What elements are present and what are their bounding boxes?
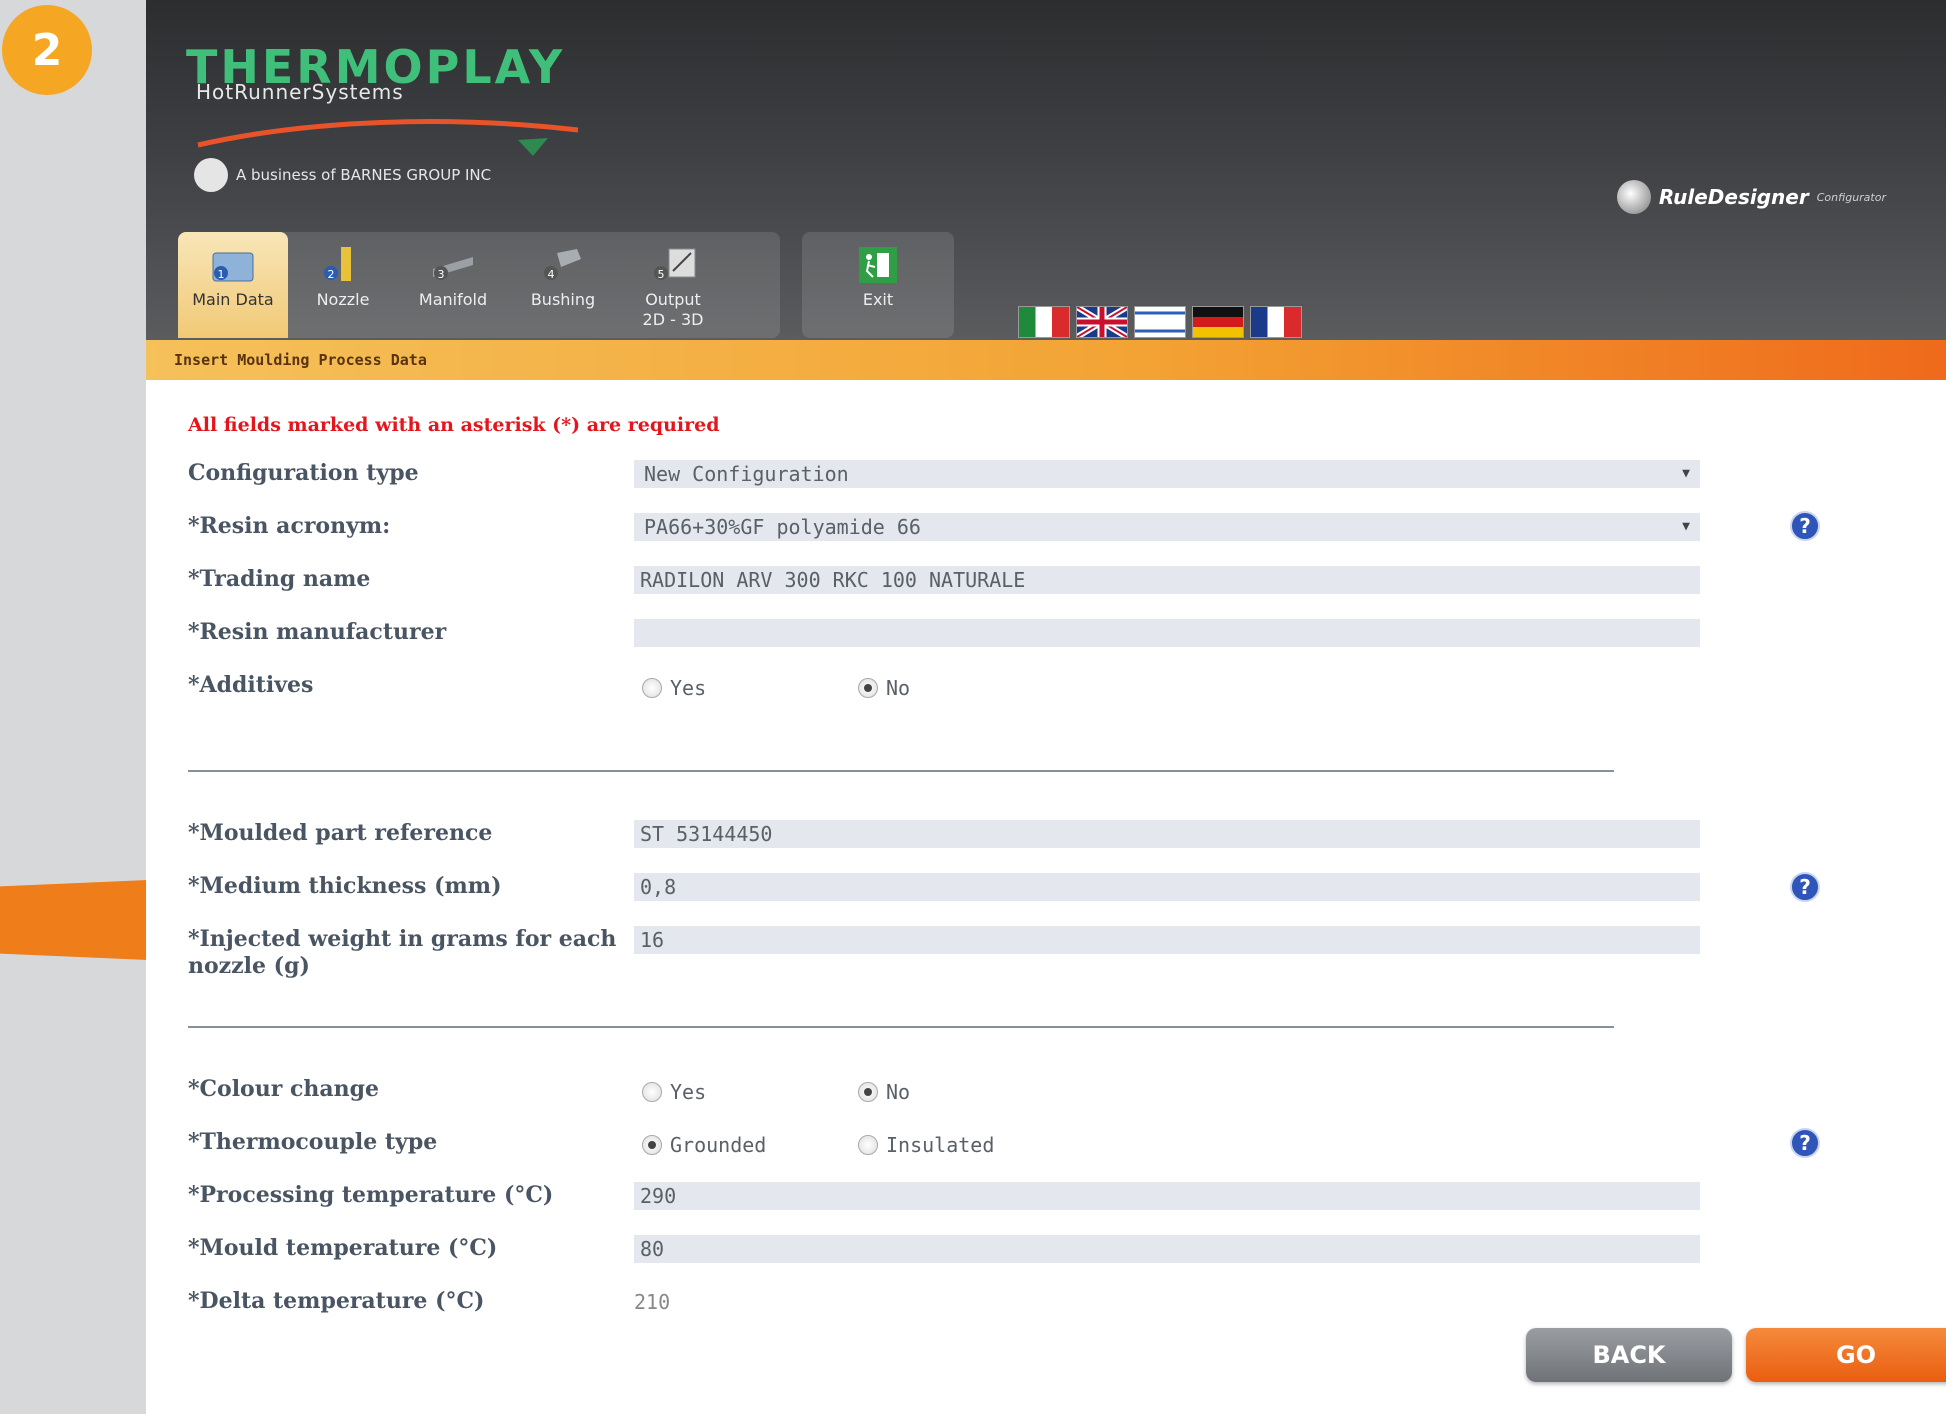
moulded-part-reference-label: *Moulded part reference	[188, 820, 493, 846]
medium-thickness-label: *Medium thickness (mm)	[188, 873, 502, 899]
radio-selected-icon	[858, 678, 878, 698]
ruledesigner-icon	[1616, 180, 1651, 214]
svg-text:2: 2	[328, 268, 335, 281]
radio-label: No	[886, 1080, 911, 1104]
required-note: All fields marked with an asterisk (*) a…	[188, 414, 720, 436]
language-flags	[1018, 304, 1302, 340]
pointer-tab	[0, 880, 148, 960]
thermocouple-insulated-radio[interactable]: Insulated	[858, 1133, 994, 1157]
resin-acronym-select[interactable]: PA66+30%GF polyamide 66 ▼	[634, 513, 1700, 541]
tab-label: Output 2D - 3D	[642, 290, 704, 329]
svg-text:4: 4	[548, 268, 555, 281]
chevron-down-icon: ▼	[1682, 519, 1690, 534]
additives-yes-radio[interactable]: Yes	[642, 676, 706, 700]
radio-selected-icon	[642, 1135, 662, 1155]
delta-temperature-label: *Delta temperature (°C)	[188, 1288, 485, 1314]
tab-main-data[interactable]: 1 Main Data	[178, 232, 288, 338]
italy-flag[interactable]	[1018, 306, 1070, 338]
barnes-logo-icon	[194, 158, 228, 192]
step-badge: 2	[2, 5, 92, 95]
divider	[188, 1026, 1614, 1028]
colour-change-label: *Colour change	[188, 1076, 379, 1102]
bushing-icon: 4	[533, 240, 593, 290]
nozzle-icon: 2	[313, 240, 373, 290]
help-icon[interactable]: ?	[1790, 511, 1820, 541]
radio-icon	[642, 678, 662, 698]
radio-icon	[642, 1082, 662, 1102]
moulded-part-reference-input[interactable]: ST 53144450	[634, 820, 1700, 848]
radio-selected-icon	[858, 1082, 878, 1102]
injected-weight-input[interactable]: 16	[634, 926, 1700, 954]
mould-temperature-label: *Mould temperature (°C)	[188, 1235, 498, 1261]
tab-label: Nozzle	[316, 290, 370, 309]
resin-acronym-value: PA66+30%GF polyamide 66	[644, 515, 921, 539]
manifold-icon: 3	[423, 240, 483, 290]
exit-group: Exit	[802, 232, 954, 338]
barnes-business: A business of BARNES GROUP INC	[194, 158, 491, 192]
delta-temperature-value: 210	[634, 1290, 671, 1314]
tab-output[interactable]: 5 Output 2D - 3D	[618, 232, 728, 338]
medium-thickness-input[interactable]: 0,8	[634, 873, 1700, 901]
product-name: RuleDesigner	[1658, 185, 1809, 209]
main-tabs: 1 Main Data 2 Nozzle 3 Manifold 4 Bushin…	[178, 232, 780, 338]
exit-label: Exit	[862, 290, 894, 309]
configuration-type-value: New Configuration	[644, 462, 849, 486]
radio-label: Yes	[670, 1080, 707, 1104]
additives-no-radio[interactable]: No	[858, 676, 910, 700]
back-button[interactable]: BACK	[1526, 1328, 1732, 1382]
tab-nozzle[interactable]: 2 Nozzle	[288, 232, 398, 338]
help-icon[interactable]: ?	[1790, 872, 1820, 902]
ruledesigner-logo: RuleDesigner Configurator	[1616, 180, 1886, 214]
main-data-icon: 1	[203, 240, 263, 290]
mould-temperature-input[interactable]: 80	[634, 1235, 1700, 1263]
resin-manufacturer-input[interactable]	[634, 619, 1700, 647]
svg-text:3: 3	[438, 268, 445, 281]
tab-manifold[interactable]: 3 Manifold	[398, 232, 508, 338]
business-line: A business of BARNES GROUP INC	[236, 166, 492, 184]
header: THERMOPLAY HotRunnerSystems A business o…	[146, 0, 1946, 340]
exit-button[interactable]: Exit	[802, 232, 954, 338]
colour-change-yes-radio[interactable]: Yes	[642, 1080, 706, 1104]
thermocouple-grounded-radio[interactable]: Grounded	[642, 1133, 766, 1157]
section-title-bar: Insert Moulding Process Data	[146, 340, 1946, 380]
processing-temperature-label: *Processing temperature (°C)	[188, 1182, 554, 1208]
app-window: THERMOPLAY HotRunnerSystems A business o…	[146, 0, 1946, 1414]
output-icon: 5	[643, 240, 703, 290]
resin-acronym-label: *Resin acronym:	[188, 513, 391, 539]
tab-bushing[interactable]: 4 Bushing	[508, 232, 618, 338]
chevron-down-icon: ▼	[1682, 466, 1690, 481]
divider	[188, 770, 1614, 772]
help-icon[interactable]: ?	[1790, 1128, 1820, 1158]
injected-weight-label: *Injected weight in grams for each nozzl…	[188, 926, 617, 979]
france-flag[interactable]	[1250, 306, 1302, 338]
uk-flag[interactable]	[1075, 304, 1129, 340]
trading-name-input[interactable]: RADILON ARV 300 RKC 100 NATURALE	[634, 566, 1700, 594]
thermocouple-type-label: *Thermocouple type	[188, 1129, 438, 1155]
product-subtitle: Configurator	[1816, 190, 1886, 204]
trading-name-label: *Trading name	[188, 566, 371, 592]
svg-text:5: 5	[658, 268, 665, 281]
configuration-type-label: Configuration type	[188, 460, 419, 486]
radio-label: Grounded	[670, 1133, 767, 1157]
resin-manufacturer-label: *Resin manufacturer	[188, 619, 447, 645]
radio-icon	[858, 1135, 878, 1155]
radio-label: Yes	[670, 676, 707, 700]
configuration-type-select[interactable]: New Configuration ▼	[634, 460, 1700, 488]
radio-label: Insulated	[886, 1133, 995, 1157]
radio-label: No	[886, 676, 911, 700]
additives-label: *Additives	[188, 672, 314, 698]
svg-text:1: 1	[218, 268, 225, 281]
processing-temperature-input[interactable]: 290	[634, 1182, 1700, 1210]
israel-flag[interactable]	[1134, 306, 1186, 338]
exit-icon	[848, 240, 908, 290]
tab-label: Main Data	[192, 290, 274, 309]
go-button[interactable]: GO	[1746, 1328, 1946, 1382]
colour-change-no-radio[interactable]: No	[858, 1080, 910, 1104]
tab-label: Manifold	[418, 290, 488, 309]
tab-label: Bushing	[530, 290, 596, 309]
logo-swoosh-icon	[197, 119, 579, 156]
germany-flag[interactable]	[1192, 306, 1244, 338]
